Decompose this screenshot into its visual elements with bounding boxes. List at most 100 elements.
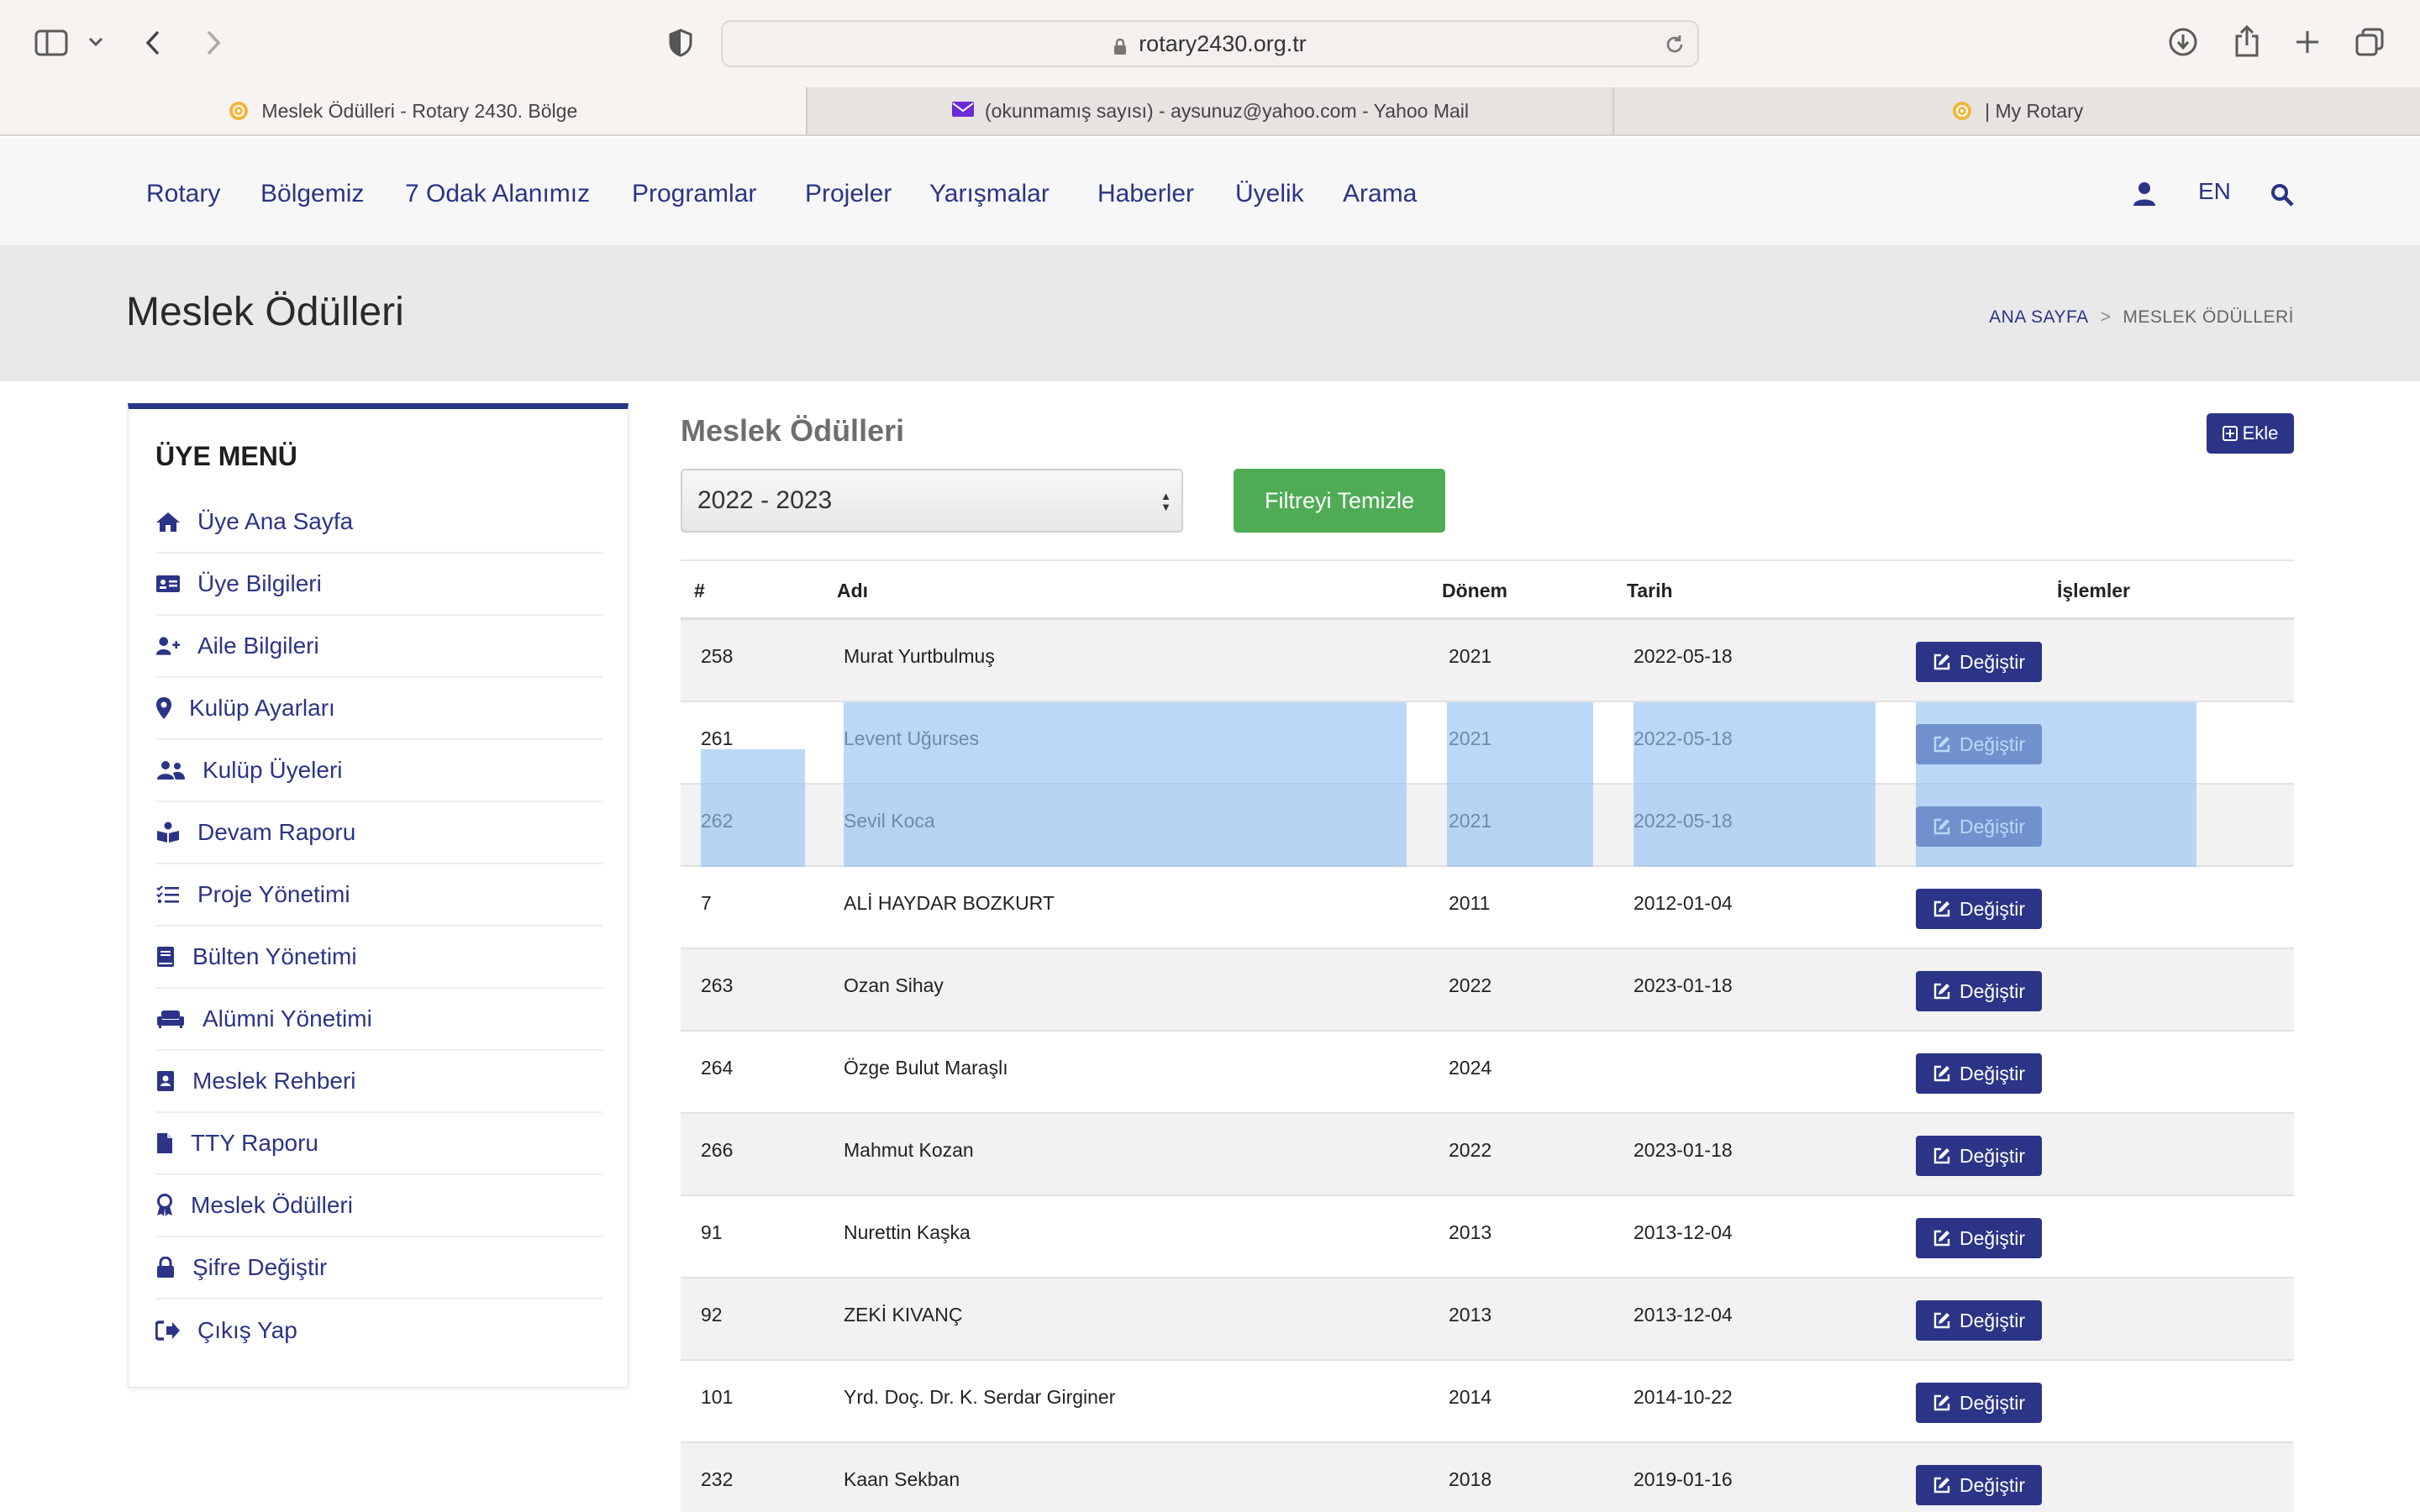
forward-icon[interactable] bbox=[202, 27, 225, 59]
column-header-name: Adı bbox=[837, 580, 869, 601]
sidebar-item-label: Meslek Ödülleri bbox=[191, 1192, 353, 1218]
tab-title: (okunmamış sayısı) - aysunuz@yahoo.com -… bbox=[985, 99, 1469, 122]
text-selection-highlight bbox=[1916, 702, 2196, 867]
member-sidebar: ÜYE MENÜ Üye Ana Sayfa Üye Bilgileri Ail… bbox=[128, 403, 629, 1388]
share-icon[interactable] bbox=[2232, 24, 2262, 59]
tasks-icon bbox=[155, 882, 181, 907]
sidebar-item-uye-ana-sayfa[interactable]: Üye Ana Sayfa bbox=[155, 491, 602, 554]
nav-uyelik[interactable]: Üyelik bbox=[1235, 180, 1304, 208]
sidebar-item-proje-yonetimi[interactable]: Proje Yönetimi bbox=[155, 864, 602, 927]
cell-id: 232 bbox=[701, 1468, 734, 1490]
nav-odak-alanlari[interactable]: 7 Odak Alanımız bbox=[405, 180, 590, 208]
sidebar-item-uye-bilgileri[interactable]: Üye Bilgileri bbox=[155, 554, 602, 616]
add-button[interactable]: Ekle bbox=[2207, 413, 2294, 454]
chevron-down-icon[interactable] bbox=[86, 32, 106, 52]
sidebar-item-aile-bilgileri[interactable]: Aile Bilgileri bbox=[155, 616, 602, 678]
nav-rotary[interactable]: Rotary bbox=[146, 180, 220, 208]
nav-yarismalar[interactable]: Yarışmalar bbox=[929, 180, 1050, 208]
section-title: Meslek Ödülleri bbox=[681, 413, 905, 448]
cell-name: Nurettin Kaşka bbox=[844, 1221, 971, 1243]
tab-yahoo-mail[interactable]: (okunmamış sayısı) - aysunuz@yahoo.com -… bbox=[808, 87, 1615, 134]
edit-button[interactable]: Değiştir bbox=[1916, 1465, 2042, 1505]
column-header-date: Tarih bbox=[1627, 580, 1673, 601]
edit-button[interactable]: Değiştir bbox=[1916, 1218, 2042, 1258]
cell-period: 2024 bbox=[1449, 1057, 1492, 1079]
tab-title: | My Rotary bbox=[1985, 99, 2084, 122]
cell-date: 2014-10-22 bbox=[1634, 1386, 1733, 1408]
download-icon[interactable] bbox=[2166, 25, 2200, 59]
table-row: 264 Özge Bulut Maraşlı 2024 Değiştir bbox=[681, 1032, 2294, 1114]
edit-button[interactable]: Değiştir bbox=[1916, 971, 2042, 1011]
text-selection-highlight bbox=[1634, 702, 1876, 867]
privacy-shield-icon[interactable] bbox=[666, 27, 696, 59]
cell-period: 2022 bbox=[1449, 974, 1492, 996]
table-row: 266 Mahmut Kozan 2022 2023-01-18 Değiştir bbox=[681, 1114, 2294, 1196]
sidebar-item-kulup-uyeleri[interactable]: Kulüp Üyeleri bbox=[155, 740, 602, 802]
edit-button-label: Değiştir bbox=[1960, 1226, 2025, 1249]
breadcrumb-home[interactable]: ANA SAYFA bbox=[1989, 307, 2089, 327]
sidebar-item-bulten-yonetimi[interactable]: Bülten Yönetimi bbox=[155, 927, 602, 989]
nav-programlar[interactable]: Programlar bbox=[632, 180, 756, 208]
cell-date: 2019-01-16 bbox=[1634, 1468, 1733, 1490]
edit-button-label: Değiştir bbox=[1960, 1309, 2025, 1331]
page-title: Meslek Ödülleri bbox=[126, 290, 404, 334]
sidebar-item-meslek-odulleri[interactable]: Meslek Ödülleri bbox=[155, 1175, 602, 1237]
cell-id: 92 bbox=[701, 1304, 723, 1326]
sidebar-item-label: Devam Raporu bbox=[197, 819, 356, 845]
nav-projeler[interactable]: Projeler bbox=[805, 180, 892, 208]
edit-icon bbox=[1933, 900, 1951, 918]
edit-button[interactable]: Değiştir bbox=[1916, 1136, 2042, 1176]
tab-my-rotary[interactable]: | My Rotary bbox=[1614, 87, 2420, 134]
book-icon bbox=[155, 944, 176, 969]
back-icon[interactable] bbox=[141, 27, 165, 59]
reload-icon[interactable] bbox=[1664, 34, 1686, 61]
sidebar-item-devam-raporu[interactable]: Devam Raporu bbox=[155, 802, 602, 864]
edit-icon bbox=[1933, 1064, 1951, 1083]
cell-id: 258 bbox=[701, 645, 734, 667]
page-header: Meslek Ödülleri ANA SAYFA > MESLEK ÖDÜLLER… bbox=[0, 245, 2420, 381]
user-icon[interactable] bbox=[2133, 181, 2156, 213]
id-card-icon bbox=[155, 571, 181, 596]
edit-button-label: Değiştir bbox=[1960, 650, 2025, 673]
edit-button[interactable]: Değiştir bbox=[1916, 1383, 2042, 1423]
tab-overview-icon[interactable] bbox=[2353, 25, 2386, 59]
search-icon[interactable] bbox=[2270, 183, 2294, 213]
couch-icon bbox=[155, 1006, 186, 1032]
edit-button[interactable]: Değiştir bbox=[1916, 1300, 2042, 1341]
clear-filter-button[interactable]: Filtreyi Temizle bbox=[1234, 469, 1445, 533]
sidebar-item-alumni-yonetimi[interactable]: Alümni Yönetimi bbox=[155, 989, 602, 1051]
edit-button[interactable]: Değiştir bbox=[1916, 1053, 2042, 1094]
browser-tabs: Meslek Ödülleri - Rotary 2430. Bölge (ok… bbox=[0, 87, 2420, 136]
cell-period: 2022 bbox=[1449, 1139, 1492, 1161]
address-bar[interactable]: rotary2430.org.tr bbox=[721, 20, 1699, 67]
sidebar-item-cikis-yap[interactable]: Çıkış Yap bbox=[155, 1299, 602, 1362]
tab-meslek-odulleri[interactable]: Meslek Ödülleri - Rotary 2430. Bölge bbox=[0, 87, 808, 134]
period-select[interactable]: 2022 - 2023 ▲ ▼ bbox=[681, 469, 1183, 533]
edit-icon bbox=[1933, 653, 1951, 671]
table-row: 258 Murat Yurtbulmuş 2021 2022-05-18 Değişti… bbox=[681, 620, 2294, 702]
nav-bolgemiz[interactable]: Bölgemiz bbox=[260, 180, 364, 208]
edit-icon bbox=[1933, 1147, 1951, 1165]
text-selection-highlight bbox=[844, 702, 1407, 867]
sidebar-item-label: Proje Yönetimi bbox=[197, 881, 350, 907]
sidebar-item-tty-raporu[interactable]: TTY Raporu bbox=[155, 1113, 602, 1175]
sidebar-item-label: Kulüp Üyeleri bbox=[203, 757, 343, 783]
sidebar-toggle-icon[interactable] bbox=[34, 27, 69, 59]
sidebar-item-kulup-ayarlari[interactable]: Kulüp Ayarları bbox=[155, 678, 602, 740]
cell-name: ZEKİ KIVANÇ bbox=[844, 1304, 963, 1326]
table-row: 92 ZEKİ KIVANÇ 2013 2013-12-04 Değiştir bbox=[681, 1278, 2294, 1361]
edit-button[interactable]: Değiştir bbox=[1916, 889, 2042, 929]
url-text: rotary2430.org.tr bbox=[1139, 30, 1307, 56]
cell-date: 2013-12-04 bbox=[1634, 1221, 1733, 1243]
tab-title: Meslek Ödülleri - Rotary 2430. Bölge bbox=[261, 99, 578, 122]
nav-haberler[interactable]: Haberler bbox=[1097, 180, 1194, 208]
sidebar-item-label: Alümni Yönetimi bbox=[203, 1005, 372, 1032]
users-icon bbox=[155, 758, 186, 783]
language-switch[interactable]: EN bbox=[2198, 178, 2231, 205]
sidebar-item-sifre-degistir[interactable]: Şifre Değiştir bbox=[155, 1237, 602, 1299]
nav-arama[interactable]: Arama bbox=[1343, 180, 1417, 208]
edit-button[interactable]: Değiştir bbox=[1916, 642, 2042, 682]
table-row: 232 Kaan Sekban 2018 2019-01-16 Değiştir bbox=[681, 1443, 2294, 1512]
new-tab-icon[interactable] bbox=[2292, 27, 2323, 57]
sidebar-item-meslek-rehberi[interactable]: Meslek Rehberi bbox=[155, 1051, 602, 1113]
